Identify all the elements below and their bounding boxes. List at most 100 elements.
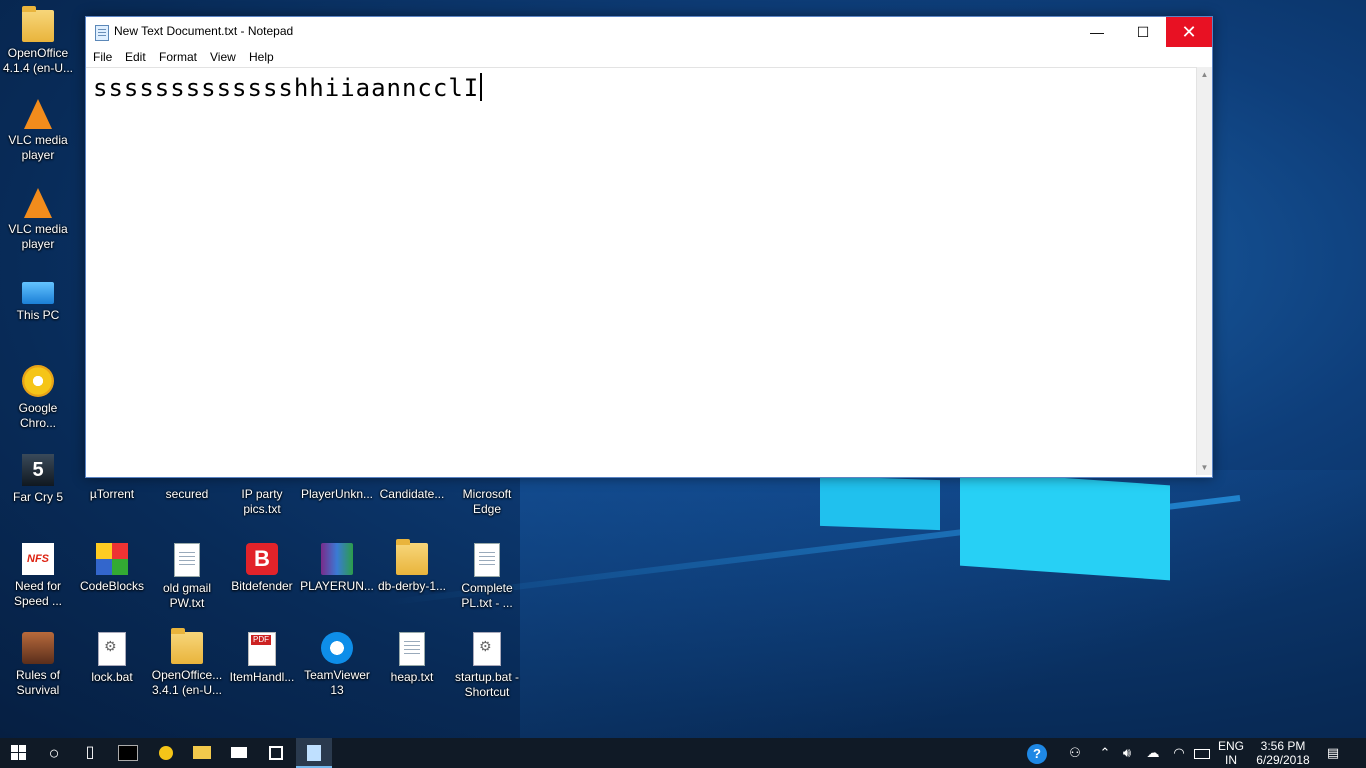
scroll-up-icon[interactable]: ▲ [1197, 67, 1212, 82]
desktop-icon-label: IP party pics.txt [241, 487, 283, 516]
text-caret [480, 73, 483, 101]
desktop-icon-label: Bitdefender [231, 579, 293, 593]
desktop-icon-google-chrome[interactable]: Google Chro... [0, 365, 76, 431]
desktop-icon-playerun-rar[interactable]: PLAYERUN... [299, 543, 375, 594]
network-button[interactable]: ◠ [1168, 738, 1190, 768]
menu-help[interactable]: Help [249, 50, 274, 64]
cmd-icon [118, 744, 138, 761]
desktop-icon-openoffice-414[interactable]: OpenOffice 4.1.4 (en-U... [0, 6, 76, 76]
desktop-icon-vlc-2[interactable]: VLC media player [0, 188, 76, 252]
desktop-icon-lock-bat[interactable]: lock.bat [74, 632, 150, 685]
title-bar[interactable]: New Text Document.txt - Notepad — ☐ ✕ [86, 17, 1212, 47]
minimize-button[interactable]: — [1074, 17, 1120, 47]
desktop-icon-itemhandl[interactable]: ItemHandl... [224, 632, 300, 685]
desktop-icon-startup-bat[interactable]: startup.bat - Shortcut [449, 632, 525, 700]
game-icon [22, 632, 54, 664]
desktop-icon-db-derby[interactable]: db-derby-1... [374, 539, 450, 594]
people-button[interactable]: ⚇ [1064, 738, 1086, 768]
desktop-icon-bitdefender[interactable]: B Bitdefender [224, 543, 300, 594]
clock-time: 3:56 PM [1260, 739, 1306, 753]
pdf-icon [248, 632, 276, 666]
menu-file[interactable]: File [93, 50, 112, 64]
notepad-icon [95, 25, 109, 41]
desktop-icon-playerunknown[interactable]: PlayerUnkn... [299, 487, 375, 502]
desktop-icon-far-cry-5[interactable]: 5 Far Cry 5 [0, 454, 76, 505]
volume-button[interactable]: 🔊︎ [1116, 738, 1138, 768]
bitdefender-icon: B [246, 543, 278, 575]
cloud-icon: ☁ [1146, 745, 1160, 760]
taskbar-app-notepad[interactable] [296, 738, 332, 768]
teamviewer-icon [321, 632, 353, 664]
desktop-icon-label: VLC media player [8, 133, 68, 162]
maximize-button[interactable]: ☐ [1120, 17, 1166, 47]
battery-button[interactable] [1192, 738, 1212, 768]
text-editor[interactable]: ssssssssssssshhiiaanncclI [86, 67, 1196, 476]
desktop-icon-teamviewer[interactable]: TeamViewer 13 [299, 632, 375, 698]
task-view-icon: ▯ [85, 744, 95, 761]
desktop-icon-label: µTorrent [89, 487, 135, 501]
taskbar-app-chrome[interactable] [148, 738, 184, 768]
wallpaper-beam [820, 475, 940, 531]
desktop-icon-rules-of-survival[interactable]: Rules of Survival [0, 632, 76, 698]
language-code: ENG [1217, 739, 1244, 753]
volume-icon: 🔊︎ [1122, 745, 1132, 760]
desktop-icon-this-pc[interactable]: This PC [0, 276, 76, 323]
desktop-icon-label: This PC [16, 308, 60, 322]
folder-icon [193, 746, 211, 760]
computer-icon [22, 282, 54, 304]
desktop-icon-label: heap.txt [390, 670, 434, 684]
taskbar-app-file-explorer[interactable] [184, 738, 220, 768]
editor-text: ssssssssssssshhiiaanncclI [93, 74, 480, 102]
clock[interactable]: 3:56 PM 6/29/2018 [1250, 738, 1316, 767]
codeblocks-icon [96, 543, 128, 575]
taskbar-app-store[interactable] [258, 738, 294, 768]
store-icon [269, 745, 283, 760]
show-hidden-icons-button[interactable]: ⌃ [1096, 738, 1114, 768]
language-indicator[interactable]: ENG IN [1214, 738, 1248, 767]
desktop-icon-heap-txt[interactable]: heap.txt [374, 632, 450, 685]
search-button[interactable]: ○ [36, 738, 72, 768]
vertical-scrollbar[interactable]: ▲ ▼ [1196, 67, 1212, 475]
desktop-icon-label: OpenOffice 4.1.4 (en-U... [2, 46, 74, 75]
taskbar-app-mail[interactable] [221, 738, 257, 768]
desktop-icon-label: PlayerUnkn... [300, 487, 374, 501]
desktop-icon-need-for-speed[interactable]: NFS Need for Speed ... [0, 543, 76, 609]
wifi-icon: ◠ [1173, 745, 1185, 760]
help-tray-button[interactable]: ? [1026, 738, 1048, 768]
desktop-icon-label: VLC media player [8, 222, 68, 251]
desktop-icon-label: Complete PL.txt - ... [461, 581, 513, 610]
desktop-icon-ip-party-pics[interactable]: IP party pics.txt [224, 487, 300, 517]
desktop-icon-label: startup.bat - Shortcut [454, 670, 520, 699]
desktop-icon-codeblocks[interactable]: CodeBlocks [74, 543, 150, 594]
desktop-icon-candidate[interactable]: Candidate... [374, 487, 450, 502]
menu-edit[interactable]: Edit [125, 50, 146, 64]
desktop-icon-label: Far Cry 5 [12, 490, 63, 504]
desktop-icon-label: OpenOffice... 3.4.1 (en-U... [151, 668, 223, 697]
editor-content: ssssssssssssshhiiaanncclI [93, 73, 483, 102]
menu-view[interactable]: View [210, 50, 236, 64]
menu-format[interactable]: Format [159, 50, 197, 64]
vlc-icon [24, 188, 52, 218]
desktop-icon-utorrent[interactable]: µTorrent [74, 487, 150, 502]
desktop-icon-vlc-1[interactable]: VLC media player [0, 99, 76, 163]
desktop-icon-label: Google Chro... [18, 401, 58, 430]
nfs-icon: NFS [22, 543, 54, 575]
people-icon: ⚇ [1069, 745, 1081, 760]
desktop-icon-secured[interactable]: secured [149, 487, 225, 502]
text-file-icon [174, 543, 200, 577]
desktop-icon-complete-pl[interactable]: Complete PL.txt - ... [449, 543, 525, 611]
desktop-icon-label: old gmail PW.txt [162, 581, 212, 610]
start-button[interactable] [0, 738, 36, 768]
chevron-up-icon: ⌃ [1099, 745, 1111, 760]
desktop-icon-microsoft-edge[interactable]: Microsoft Edge [449, 487, 525, 517]
onedrive-button[interactable]: ☁ [1142, 738, 1164, 768]
desktop-icon-label: Microsoft Edge [462, 487, 512, 516]
task-view-button[interactable]: ▯ [72, 738, 108, 768]
notepad-window[interactable]: New Text Document.txt - Notepad — ☐ ✕ Fi… [85, 16, 1213, 478]
desktop-icon-openoffice-341[interactable]: OpenOffice... 3.4.1 (en-U... [149, 628, 225, 698]
desktop-icon-old-gmail-pw[interactable]: old gmail PW.txt [149, 543, 225, 611]
close-button[interactable]: ✕ [1166, 17, 1212, 47]
scroll-down-icon[interactable]: ▼ [1197, 460, 1212, 475]
taskbar-app-cmd[interactable] [110, 738, 146, 768]
action-center-button[interactable]: ▤ [1322, 738, 1344, 768]
